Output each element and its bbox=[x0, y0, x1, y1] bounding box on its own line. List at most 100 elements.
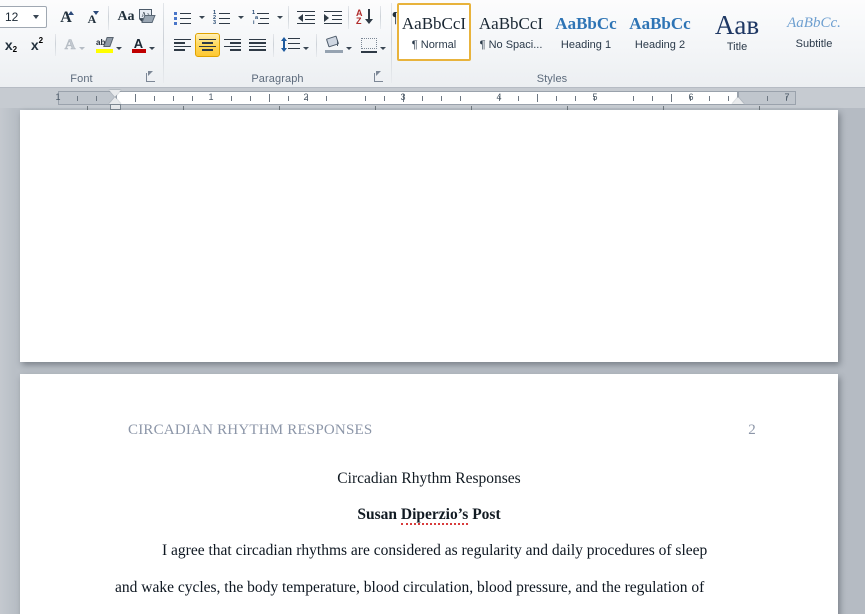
align-center-icon bbox=[199, 38, 216, 52]
shading-button[interactable] bbox=[320, 33, 356, 57]
superscript-button[interactable]: x 2 bbox=[24, 33, 50, 57]
chevron-down-icon[interactable] bbox=[79, 46, 86, 50]
change-case-icon: Aa bbox=[117, 9, 135, 24]
style-item-heading-2[interactable]: AaBbCc Heading 2 bbox=[622, 3, 698, 61]
align-left-icon bbox=[174, 38, 191, 52]
document-page-2[interactable]: CIRCADIAN RHYTHM RESPONSES 2 Circadian R… bbox=[20, 374, 838, 614]
bullets-button[interactable] bbox=[170, 5, 195, 29]
divider bbox=[273, 34, 274, 57]
subheading-suffix: Post bbox=[468, 506, 501, 523]
ruler-number: 5 bbox=[592, 92, 598, 102]
font-size-combo[interactable]: 12 bbox=[0, 6, 47, 28]
increase-indent-icon bbox=[323, 10, 342, 25]
multilevel-list-icon: 1 a i bbox=[252, 10, 269, 26]
borders-button[interactable] bbox=[356, 33, 390, 57]
ruler-number: 2 bbox=[303, 92, 309, 102]
chevron-down-icon bbox=[276, 15, 283, 19]
line-spacing-icon bbox=[280, 36, 300, 53]
first-line-indent-marker[interactable] bbox=[109, 90, 121, 97]
justify-icon bbox=[249, 38, 266, 52]
text-highlight-button[interactable]: ab bbox=[92, 33, 126, 57]
font-color-icon: A bbox=[131, 37, 146, 54]
borders-icon bbox=[360, 37, 377, 53]
style-label: Heading 1 bbox=[560, 38, 612, 51]
style-item-subtitle[interactable]: AaBbCc. Subtitle bbox=[776, 3, 852, 61]
justify-button[interactable] bbox=[245, 33, 270, 57]
numbering-dropdown[interactable] bbox=[234, 5, 247, 29]
grow-font-button[interactable]: A bbox=[53, 5, 79, 29]
group-label-font: Font bbox=[70, 73, 93, 85]
style-preview: AaBbCc. bbox=[787, 14, 841, 31]
multilevel-list-button[interactable]: 1 a i bbox=[248, 5, 273, 29]
style-label: ¶ Normal bbox=[411, 38, 457, 51]
document-subheading: Susan Diperzio’s Post bbox=[20, 506, 838, 525]
divider bbox=[108, 6, 109, 30]
text-effects-button[interactable]: A bbox=[58, 33, 92, 57]
highlight-icon: ab bbox=[96, 36, 114, 54]
font-size-value: 12 bbox=[5, 10, 19, 24]
increase-indent-button[interactable] bbox=[319, 5, 346, 29]
decrease-indent-button[interactable] bbox=[292, 5, 319, 29]
style-item-title[interactable]: Aав Title bbox=[699, 3, 775, 61]
ruler-number: 6 bbox=[688, 92, 694, 102]
right-indent-marker[interactable] bbox=[732, 97, 744, 104]
divider bbox=[348, 6, 349, 29]
decrease-indent-icon bbox=[296, 10, 315, 25]
subscript-button[interactable]: x 2 bbox=[0, 33, 24, 57]
style-item-heading-1[interactable]: AaBbCс Heading 1 bbox=[550, 3, 622, 61]
chevron-down-icon bbox=[237, 15, 244, 19]
hanging-indent-marker[interactable] bbox=[109, 97, 121, 104]
paint-bucket-icon bbox=[324, 35, 343, 53]
word-document-window: 12 A A Aa Aa bbox=[0, 0, 865, 614]
line-spacing-button[interactable] bbox=[277, 33, 313, 57]
ruler-number: 1 bbox=[208, 92, 214, 102]
shrink-font-button[interactable]: A bbox=[79, 5, 105, 29]
sort-icon: A Z bbox=[356, 8, 374, 26]
style-label: Heading 2 bbox=[634, 38, 686, 51]
chevron-down-icon[interactable] bbox=[33, 15, 39, 19]
style-preview: AaBbCc bbox=[629, 13, 691, 33]
style-item-normal[interactable]: AaBbCcI ¶ Normal bbox=[397, 3, 471, 61]
style-label: Title bbox=[726, 41, 748, 53]
divider bbox=[55, 34, 56, 56]
numbering-icon: 1 2 3 bbox=[213, 10, 230, 26]
body-line: I agree that circadian rhythms are consi… bbox=[162, 542, 708, 559]
chevron-down-icon[interactable] bbox=[379, 46, 386, 50]
document-scroll-area[interactable]: 1 1 2 3 4 5 6 7 CIRCADIAN RHYTHM RESPONS… bbox=[0, 88, 865, 614]
subscript-icon: x bbox=[4, 37, 13, 53]
clear-formatting-button[interactable]: Aa bbox=[133, 5, 161, 29]
align-right-button[interactable] bbox=[220, 33, 245, 57]
chevron-down-icon[interactable] bbox=[116, 46, 122, 50]
align-left-button[interactable] bbox=[170, 33, 195, 57]
document-page-1[interactable]: true bbox=[20, 110, 838, 362]
body-line: and wake cycles, the body temperature, b… bbox=[115, 579, 705, 596]
chevron-down-icon[interactable] bbox=[345, 46, 352, 50]
ruler-number: 1 bbox=[55, 92, 61, 102]
clear-formatting-icon: Aa bbox=[138, 8, 156, 26]
font-dialog-launcher[interactable] bbox=[144, 70, 157, 83]
superscript-index: 2 bbox=[38, 35, 44, 45]
ribbon-group-styles: AaBbCcI ¶ Normal AaBbCcI ¶ No Spaci... A… bbox=[392, 0, 865, 88]
numbering-button[interactable]: 1 2 3 bbox=[209, 5, 234, 29]
multilevel-list-dropdown[interactable] bbox=[273, 5, 286, 29]
misspelled-word[interactable]: Diperzio’s bbox=[400, 506, 469, 525]
style-preview: AaBbCcI bbox=[401, 13, 467, 33]
style-item-no-spacing[interactable]: AaBbCcI ¶ No Spaci... bbox=[473, 3, 549, 61]
chevron-down-icon[interactable] bbox=[148, 46, 155, 50]
ribbon-group-font: 12 A A Aa Aa bbox=[0, 0, 163, 88]
subheading-prefix: Susan bbox=[357, 506, 401, 523]
bullets-dropdown[interactable] bbox=[195, 5, 208, 29]
align-center-button[interactable] bbox=[195, 33, 220, 57]
ruler-number: 4 bbox=[496, 92, 502, 102]
chevron-down-icon[interactable] bbox=[303, 46, 309, 50]
sort-button[interactable]: A Z bbox=[352, 5, 378, 29]
font-color-button[interactable]: A bbox=[126, 33, 160, 57]
group-label-styles: Styles bbox=[536, 73, 568, 85]
horizontal-ruler[interactable]: 1 1 2 3 4 5 6 7 bbox=[0, 88, 865, 110]
chevron-down-icon bbox=[198, 15, 205, 19]
ribbon: 12 A A Aa Aa bbox=[0, 0, 865, 88]
group-label-paragraph: Paragraph bbox=[251, 73, 304, 85]
style-preview: Aав bbox=[714, 10, 760, 40]
style-item-subtle-emphasis[interactable]: AaBb Subtle bbox=[853, 3, 865, 61]
paragraph-dialog-launcher[interactable] bbox=[372, 70, 385, 83]
